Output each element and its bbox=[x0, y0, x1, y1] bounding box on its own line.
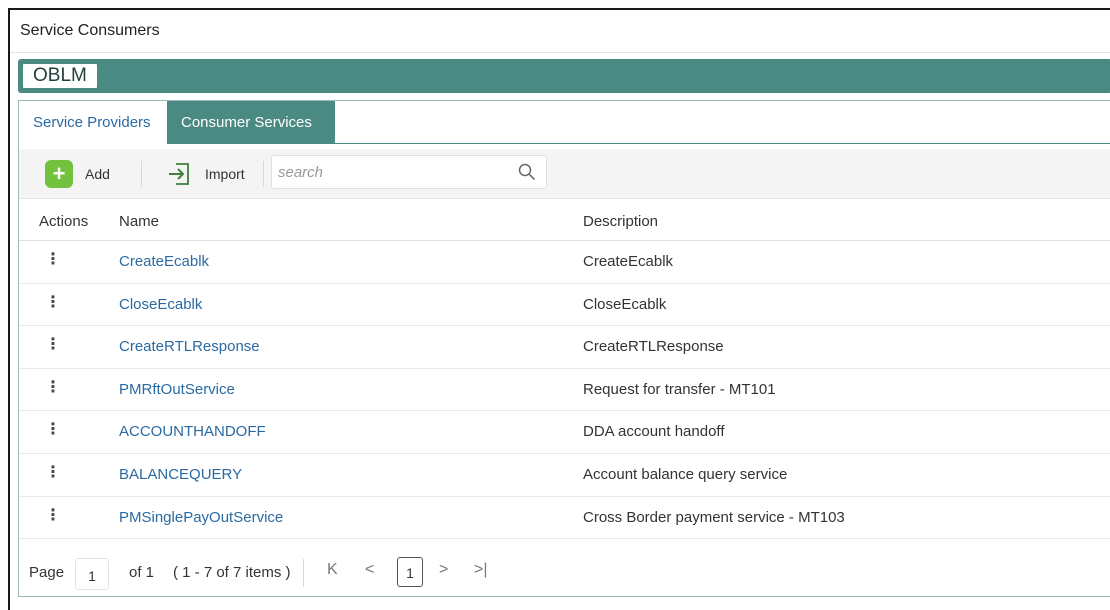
row-name-link[interactable]: CloseEcablk bbox=[119, 296, 202, 313]
row-description: CloseEcablk bbox=[583, 295, 667, 313]
items-range-label: ( 1 - 7 of 7 items ) bbox=[173, 564, 291, 581]
row-name-link[interactable]: BALANCEQUERY bbox=[119, 466, 242, 483]
search-box bbox=[271, 155, 547, 189]
title-divider bbox=[10, 52, 1110, 53]
row-description: Account balance query service bbox=[583, 465, 788, 483]
table-row: ⋮ PMRftOutService Request for transfer -… bbox=[19, 369, 1110, 412]
table-header: Actions Name Description bbox=[19, 203, 1110, 241]
window-title: Service Consumers bbox=[20, 22, 160, 39]
brand-bar: OBLM bbox=[18, 59, 1110, 93]
row-description: Request for transfer - MT101 bbox=[583, 380, 776, 398]
header-actions: Actions bbox=[39, 213, 89, 230]
row-actions-kebab-icon[interactable]: ⋮ bbox=[45, 462, 61, 482]
search-input[interactable] bbox=[272, 156, 502, 188]
prev-page-icon[interactable]: < bbox=[365, 561, 374, 579]
row-description: CreateRTLResponse bbox=[583, 338, 724, 356]
row-description: DDA account handoff bbox=[583, 423, 725, 441]
row-actions-kebab-icon[interactable]: ⋮ bbox=[45, 505, 61, 525]
table-row: ⋮ BALANCEQUERY Account balance query ser… bbox=[19, 454, 1110, 497]
main-panel: Service Providers Consumer Services + Ad… bbox=[18, 100, 1110, 597]
row-name-link[interactable]: PMSinglePayOutService bbox=[119, 509, 283, 526]
toolbar-divider bbox=[263, 161, 264, 187]
pagination-divider bbox=[303, 559, 304, 587]
row-actions-kebab-icon[interactable]: ⋮ bbox=[45, 419, 61, 439]
import-icon bbox=[169, 163, 189, 185]
tab-service-providers[interactable]: Service Providers bbox=[19, 101, 167, 144]
import-button[interactable]: Import bbox=[167, 159, 245, 189]
table-row: ⋮ PMSinglePayOutService Cross Border pay… bbox=[19, 497, 1110, 540]
row-name-link[interactable]: CreateEcablk bbox=[119, 253, 209, 270]
table-row: ⋮ ACCOUNTHANDOFF DDA account handoff bbox=[19, 411, 1110, 454]
search-icon[interactable] bbox=[518, 163, 536, 181]
row-actions-kebab-icon[interactable]: ⋮ bbox=[45, 377, 61, 397]
consumer-services-table: Actions Name Description ⋮ CreateEcablk … bbox=[19, 203, 1110, 540]
header-name[interactable]: Name bbox=[119, 213, 159, 230]
pagination-bar: Page 1 of 1 ( 1 - 7 of 7 items ) K < 1 >… bbox=[19, 547, 1110, 597]
page-label: Page bbox=[29, 564, 65, 581]
table-row: ⋮ CreateRTLResponse CreateRTLResponse bbox=[19, 326, 1110, 369]
current-page-button[interactable]: 1 bbox=[397, 557, 423, 587]
first-page-icon[interactable]: K bbox=[327, 561, 338, 579]
header-description[interactable]: Description bbox=[583, 213, 658, 230]
toolbar-divider bbox=[141, 161, 142, 187]
row-actions-kebab-icon[interactable]: ⋮ bbox=[45, 292, 61, 312]
row-name-link[interactable]: CreateRTLResponse bbox=[119, 338, 260, 355]
row-name-link[interactable]: ACCOUNTHANDOFF bbox=[119, 423, 266, 440]
table-row: ⋮ CloseEcablk CloseEcablk bbox=[19, 284, 1110, 327]
add-button-label: Add bbox=[85, 166, 110, 182]
row-description: CreateEcablk bbox=[583, 253, 674, 270]
plus-icon: + bbox=[45, 160, 73, 188]
app-window: Service Consumers OBLM Service Providers… bbox=[8, 8, 1110, 610]
next-page-icon[interactable]: > bbox=[439, 561, 448, 579]
page-number-input[interactable]: 1 bbox=[75, 558, 109, 590]
page-count-label: of 1 bbox=[129, 564, 155, 581]
brand-label: OBLM bbox=[22, 63, 98, 89]
row-actions-kebab-icon[interactable]: ⋮ bbox=[45, 334, 61, 354]
toolbar: + Add Import bbox=[19, 149, 1110, 199]
last-page-icon[interactable]: >| bbox=[474, 561, 488, 579]
import-button-label: Import bbox=[205, 166, 245, 182]
row-actions-kebab-icon[interactable]: ⋮ bbox=[45, 249, 61, 269]
row-description: Cross Border payment service - MT103 bbox=[583, 508, 845, 526]
row-name-link[interactable]: PMRftOutService bbox=[119, 381, 235, 398]
tab-consumer-services[interactable]: Consumer Services bbox=[167, 101, 335, 144]
table-row: ⋮ CreateEcablk CreateEcablk bbox=[19, 241, 1110, 284]
add-button[interactable]: + Add bbox=[45, 159, 110, 189]
tab-bar: Service Providers Consumer Services bbox=[19, 101, 1110, 144]
